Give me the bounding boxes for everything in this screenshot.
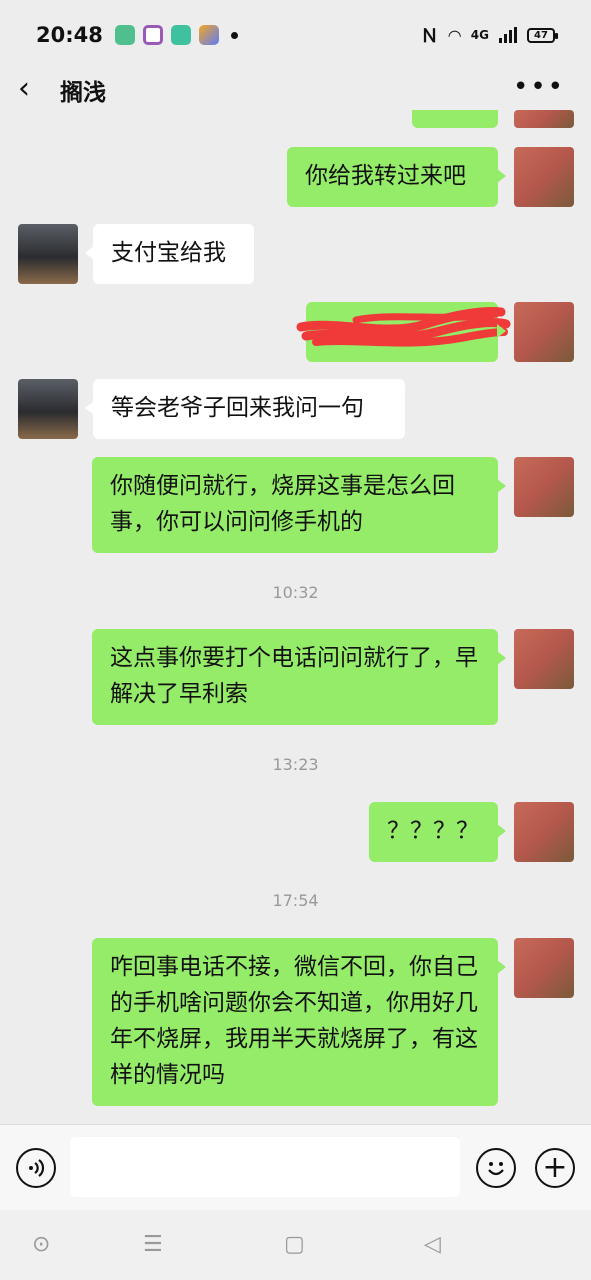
message-timestamp: 13:23 [272,755,319,774]
voice-waves-icon [29,1159,45,1177]
message-text: ？？？？ [387,818,479,844]
message-text: 咋回事电话不接，微信不回，你自己的手机啥问题你会不知道，你用好几年不烧屏，我用半… [110,954,478,1088]
message-bubble-me[interactable]: 咋回事电话不接，微信不回，你自己的手机啥问题你会不知道，你用好几年不烧屏，我用半… [92,938,506,1106]
wifi-icon: ◠ [448,25,461,45]
redaction-scribble [296,307,511,347]
status-time: 20:48 [36,23,103,47]
message-bubble-redacted[interactable] [296,302,511,362]
message-text: 支付宝给我 [111,240,226,266]
message-text: 这点事你要打个电话问问就行了，早解决了早利索 [110,645,478,707]
app-notification-icon [142,25,163,45]
battery-level: 47 [534,29,548,41]
message-bubble-me[interactable]: 你给我转过来吧 [287,147,506,207]
clipped-message-bubble [412,110,498,128]
app-notification-icon [170,25,191,45]
system-nav-bar: ⊙ ☰ ▢ ◁ [0,1210,591,1280]
home-icon[interactable]: ▢ [284,1232,305,1257]
contact-avatar[interactable] [18,224,78,284]
more-notifications-icon [230,31,238,39]
my-avatar[interactable] [514,457,574,517]
message-bubble-me[interactable]: ？？？？ [369,802,506,862]
assistant-icon[interactable]: ⊙ [32,1232,50,1257]
status-icons: Ｎ ◠ 4G 47 [420,22,558,48]
chevron-left-icon[interactable]: ‹ [18,72,30,106]
app-notification-icon [198,25,219,45]
message-timestamp: 10:32 [272,583,319,602]
my-avatar[interactable] [514,629,574,689]
message-bubble-me[interactable]: 你随便问就行，烧屏这事是怎么回事，你可以问问修手机的 [92,457,506,553]
message-text: 等会老爷子回来我问一句 [111,395,364,421]
message-bubble-me[interactable]: 这点事你要打个电话问问就行了，早解决了早利索 [92,629,506,725]
message-text: 你随便问就行，烧屏这事是怎么回事，你可以问问修手机的 [110,473,455,535]
smiley-face-icon [488,1162,504,1176]
nfc-icon: Ｎ [420,26,439,47]
menu-icon[interactable]: ☰ [143,1232,163,1257]
signal-icon [499,27,517,43]
my-avatar[interactable] [514,938,574,998]
app-notification-icon [114,25,135,45]
my-avatar[interactable] [514,802,574,862]
network-label: 4G [470,28,489,42]
message-input[interactable] [70,1137,460,1197]
chat-header: ‹ 搁浅 ••• [0,70,591,110]
battery-icon: 47 [527,27,558,43]
chat-title: 搁浅 [60,80,106,106]
more-dots-icon[interactable]: ••• [513,72,565,102]
my-avatar[interactable] [514,302,574,362]
plus-icon[interactable]: + [535,1148,575,1188]
my-avatar[interactable] [514,110,574,128]
message-bubble-other[interactable]: 支付宝给我 [85,224,254,284]
message-input-bar: + [0,1124,591,1210]
voice-icon[interactable] [16,1148,56,1188]
my-avatar[interactable] [514,147,574,207]
contact-avatar[interactable] [18,379,78,439]
message-text: 你给我转过来吧 [305,163,466,189]
emoji-icon[interactable] [476,1148,516,1188]
status-bar: 20:48 Ｎ ◠ 4G 47 [0,0,591,70]
back-icon[interactable]: ◁ [424,1232,441,1257]
message-bubble-other[interactable]: 等会老爷子回来我问一句 [85,379,405,439]
message-timestamp: 17:54 [272,891,319,910]
